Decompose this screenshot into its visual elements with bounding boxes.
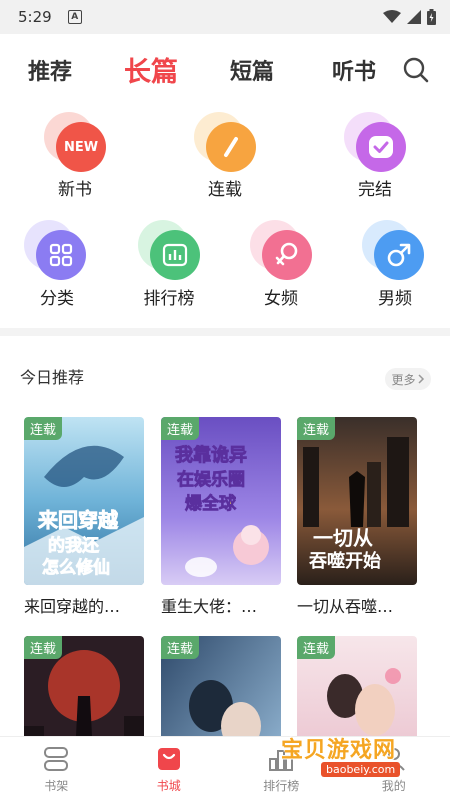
status-badge: 连载 [297,636,336,659]
category-label: 男频 [378,289,412,309]
check-icon [356,122,406,172]
top-tab-bar: 推荐 长篇 短篇 听书 [0,44,450,94]
nav-bookstore[interactable]: 书城 [113,737,226,800]
book-title: 重生大佬：… [161,597,258,616]
category-label: 排行榜 [143,289,195,309]
app-notification-icon: A [67,10,82,24]
status-badge: 连载 [24,636,63,659]
section-title: 今日推荐 [20,368,85,387]
bar-chart-icon [150,230,200,280]
store-icon [157,748,180,770]
watermark-text: 宝贝游戏网 [281,738,397,763]
category-label: 完结 [358,180,392,200]
status-icons [383,9,436,25]
category-label: 新书 [58,180,92,200]
book-card[interactable]: 来回穿越 的我还 怎么修仙 连载 来回穿越的… [24,417,144,617]
more-button[interactable]: 更多 [385,368,431,390]
bookshelf-icon [44,747,69,771]
book-card[interactable]: 我靠诡异 在娱乐圈 爆全球 连载 重生大佬：… [161,417,281,617]
status-badge: 连载 [24,417,63,440]
wifi-icon [383,10,401,23]
category-label: 连载 [208,180,242,200]
svg-text:爆全球: 爆全球 [185,493,237,514]
section-divider [0,328,450,336]
svg-text:来回穿越: 来回穿越 [37,508,119,532]
status-badge: 连载 [161,636,200,659]
watermark-url: baobeiy.com [321,762,401,777]
book-cover[interactable]: 一切从 吞噬开始 连载 [297,417,417,585]
svg-text:吞噬开始: 吞噬开始 [309,550,381,572]
svg-text:怎么修仙: 怎么修仙 [42,557,110,578]
status-badge: 连载 [297,417,336,440]
female-icon [262,230,312,280]
book-title: 一切从吞噬… [297,597,394,616]
book-cover[interactable]: 我靠诡异 在娱乐圈 爆全球 连载 [161,417,281,585]
chevron-right-icon [417,374,424,384]
svg-text:一切从: 一切从 [313,526,373,550]
battery-icon [427,9,436,25]
pencil-icon [206,122,256,172]
status-badge: 连载 [161,417,200,440]
more-label: 更多 [391,372,416,387]
book-cover[interactable]: 来回穿越 的我还 怎么修仙 连载 [24,417,144,585]
nav-bookshelf[interactable]: 书架 [0,737,113,800]
nav-label: 书城 [156,779,181,793]
grid-icon [36,230,86,280]
nav-label: 书架 [44,779,69,793]
svg-text:我靠诡异: 我靠诡异 [175,444,247,466]
book-title: 来回穿越的… [24,597,121,616]
tab-short-novel[interactable]: 短篇 [230,54,274,86]
signal-icon [407,10,421,24]
status-time: 5:29 [18,8,52,26]
category-label: 女频 [264,289,298,309]
category-label: 分类 [40,289,74,309]
svg-text:在娱乐圈: 在娱乐圈 [177,469,245,490]
status-bar: 5:29 A [0,0,450,34]
tab-recommend[interactable]: 推荐 [28,54,72,86]
svg-text:的我还: 的我还 [48,535,100,556]
search-icon[interactable] [402,56,430,84]
site-watermark: 宝贝游戏网 baobeiy.com [275,732,445,788]
new-icon: NEW [56,122,106,172]
tab-audiobook[interactable]: 听书 [332,54,376,86]
tab-long-novel[interactable]: 长篇 [124,50,178,89]
male-icon [374,230,424,280]
book-card[interactable]: 一切从 吞噬开始 连载 一切从吞噬… [297,417,417,617]
